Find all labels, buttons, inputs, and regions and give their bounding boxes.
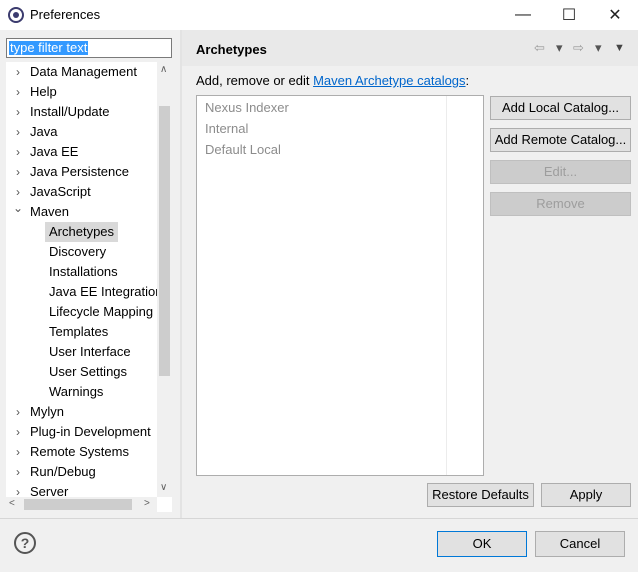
tree-item-label: Install/Update — [30, 104, 110, 119]
preferences-tree[interactable]: › Data Management › Help › Install/Update › Jav… — [6, 62, 172, 512]
maximize-button[interactable]: ☐ — [546, 0, 592, 30]
filter-input-text: type filter text — [9, 40, 89, 55]
tree-horizontal-scroll-thumb[interactable] — [24, 499, 132, 510]
tree-item-label: Lifecycle Mapping — [49, 304, 154, 319]
tree-item[interactable]: User Interface — [6, 342, 172, 362]
description-text: Add, remove or edit — [196, 73, 314, 88]
help-icon[interactable]: ? — [14, 532, 36, 554]
tree-item[interactable]: Warnings — [6, 382, 172, 402]
tree-item-label: Data Management — [30, 64, 137, 79]
chevron-right-icon[interactable]: › — [12, 402, 24, 422]
tree-item[interactable]: › Install/Update — [6, 102, 172, 122]
tree-item[interactable]: Templates — [6, 322, 172, 342]
tree-item[interactable]: ⌄ Maven — [6, 201, 172, 222]
chevron-right-icon[interactable]: › — [12, 62, 24, 82]
chevron-right-icon[interactable]: › — [12, 422, 24, 442]
apply-button[interactable]: Apply — [541, 483, 631, 507]
tree-item[interactable]: User Settings — [6, 362, 172, 382]
dialog-separator — [0, 518, 638, 519]
chevron-right-icon[interactable]: › — [12, 162, 24, 182]
tree-item-label: Discovery — [49, 244, 107, 259]
tree-item-label: Mylyn — [30, 404, 64, 419]
tree-item-label: Java — [30, 124, 58, 139]
tree-item-label: Java EE — [30, 144, 79, 159]
list-column-divider — [446, 96, 447, 475]
tree-item-label: Templates — [49, 324, 109, 339]
page-description: Add, remove or edit Maven Archetype cata… — [196, 73, 469, 88]
add-remote-catalog-button[interactable]: Add Remote Catalog... — [490, 128, 631, 152]
tree-item[interactable]: › Remote Systems — [6, 442, 172, 462]
list-item[interactable]: Nexus Indexer — [205, 100, 289, 115]
page-title: Archetypes — [196, 42, 267, 57]
tree-item-label: Java EE Integration — [49, 284, 163, 299]
tree-item[interactable]: › Java Persistence — [6, 162, 172, 182]
tree-item-label: User Settings — [49, 364, 128, 379]
edit-button[interactable]: Edit... — [490, 160, 631, 184]
tree-item-label: Plug-in Development — [30, 424, 151, 439]
eclipse-app-icon — [8, 7, 24, 23]
remove-button[interactable]: Remove — [490, 192, 631, 216]
pane-splitter[interactable] — [180, 30, 182, 518]
list-item[interactable]: Internal — [205, 121, 248, 136]
chevron-right-icon[interactable]: › — [12, 442, 24, 462]
tree-item-label: Help — [30, 84, 57, 99]
list-item[interactable]: Default Local — [205, 142, 281, 157]
tree-item[interactable]: › Help — [6, 82, 172, 102]
minimize-button[interactable]: — — [500, 0, 546, 30]
filter-input[interactable]: type filter text — [6, 38, 172, 58]
tree-item-label: User Interface — [49, 344, 131, 359]
tree-item-label: Run/Debug — [30, 464, 96, 479]
forward-dropdown-icon[interactable]: ▾ — [595, 40, 602, 56]
tree-item[interactable]: › Java — [6, 122, 172, 142]
chevron-right-icon[interactable]: › — [12, 102, 24, 122]
tree-item[interactable]: › Run/Debug — [6, 462, 172, 482]
tree-vertical-scroll-thumb[interactable] — [159, 106, 170, 376]
chevron-right-icon[interactable]: › — [12, 462, 24, 482]
description-colon: : — [465, 73, 470, 88]
chevron-right-icon[interactable]: › — [12, 122, 24, 142]
back-dropdown-icon[interactable]: ▾ — [556, 40, 563, 56]
forward-arrow-icon[interactable]: ⇨ — [573, 40, 584, 56]
tree-item[interactable]: › Data Management — [6, 62, 172, 82]
scroll-right-icon[interactable]: > — [144, 498, 150, 509]
add-local-catalog-button[interactable]: Add Local Catalog... — [490, 96, 631, 120]
cancel-button[interactable]: Cancel — [535, 531, 625, 557]
maven-archetype-catalogs-link[interactable]: Maven Archetype catalogs — [313, 73, 465, 88]
scroll-down-icon[interactable]: ∨ — [160, 482, 167, 493]
tree-item[interactable]: Installations — [6, 262, 172, 282]
tree-item[interactable]: › Plug-in Development — [6, 422, 172, 442]
tree-item-label: Warnings — [49, 384, 104, 399]
tree-item-label: Java Persistence — [30, 164, 129, 179]
tree-item[interactable]: Archetypes — [6, 222, 172, 242]
tree-item-label: Installations — [49, 264, 118, 279]
window-title: Preferences — [30, 7, 101, 22]
ok-button[interactable]: OK — [437, 531, 527, 557]
tree-item-label: Remote Systems — [30, 444, 129, 459]
tree-item-label: JavaScript — [30, 184, 91, 199]
scroll-left-icon[interactable]: < — [9, 498, 15, 509]
chevron-down-icon[interactable]: ⌄ — [12, 198, 24, 218]
tree-item[interactable]: Discovery — [6, 242, 172, 262]
tree-item[interactable]: Lifecycle Mapping — [6, 302, 172, 322]
scroll-up-icon[interactable]: ∧ — [160, 64, 167, 75]
view-menu-icon[interactable]: ▼ — [614, 42, 625, 54]
tree-item-label: Archetypes — [45, 222, 119, 242]
tree-item[interactable]: › Mylyn — [6, 402, 172, 422]
chevron-right-icon[interactable]: › — [12, 142, 24, 162]
tree-item[interactable]: Java EE Integration — [6, 282, 172, 302]
restore-defaults-button[interactable]: Restore Defaults — [427, 483, 534, 507]
back-arrow-icon[interactable]: ⇦ — [534, 40, 545, 56]
chevron-right-icon[interactable]: › — [12, 82, 24, 102]
tree-item[interactable]: › Java EE — [6, 142, 172, 162]
close-button[interactable]: ✕ — [592, 0, 638, 30]
catalog-list[interactable]: Nexus Indexer Internal Default Local — [196, 95, 484, 476]
tree-item[interactable]: › JavaScript — [6, 182, 172, 202]
tree-item-label: Maven — [30, 204, 70, 219]
